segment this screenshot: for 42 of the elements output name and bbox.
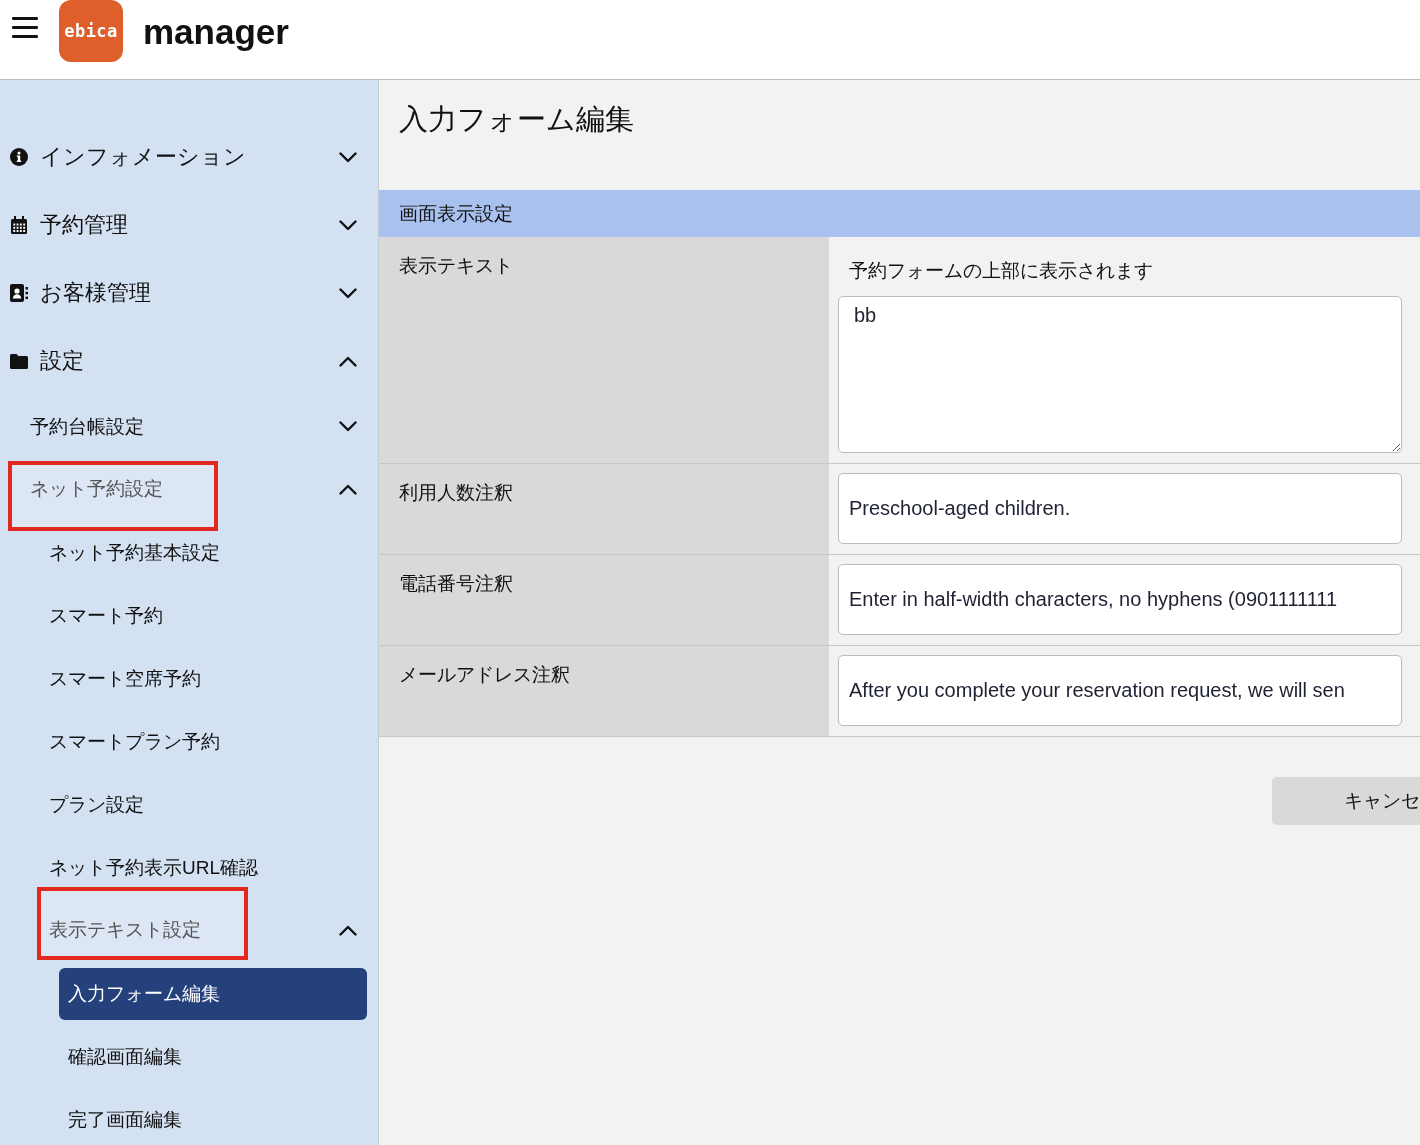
- chevron-down-icon[interactable]: [339, 151, 357, 163]
- chevron-down-icon[interactable]: [339, 287, 357, 299]
- chevron-down-icon[interactable]: [339, 421, 357, 432]
- field-label: 利用人数注釈: [379, 464, 829, 554]
- text-field[interactable]: After you complete your reservation request, we will sen: [838, 655, 1402, 726]
- sidebar-item[interactable]: 予約管理: [1, 211, 137, 239]
- field-label: 電話番号注釈: [379, 555, 829, 645]
- field-hint: 予約フォームの上部に表示されます: [849, 259, 1154, 283]
- sidebar-item[interactable]: 予約台帳設定: [21, 414, 153, 439]
- sidebar-item[interactable]: お客様管理: [1, 279, 160, 307]
- sidebar-item[interactable]: インフォメーション: [1, 143, 255, 171]
- folder-icon: [10, 353, 28, 369]
- sidebar-item[interactable]: プラン設定: [40, 792, 153, 817]
- page-title: 入力フォーム編集: [398, 102, 635, 137]
- sidebar-item[interactable]: ネット予約基本設定: [40, 540, 229, 565]
- sidebar-item[interactable]: 設定: [1, 347, 93, 375]
- sidebar-item[interactable]: 完了画面編集: [59, 1107, 191, 1132]
- sidebar-item[interactable]: スマート予約: [40, 603, 172, 628]
- section-header: 画面表示設定: [379, 190, 1420, 237]
- text-field[interactable]: Preschool-aged children.: [838, 473, 1402, 544]
- logo: ebica: [59, 0, 123, 62]
- contact-card-icon: [10, 284, 28, 302]
- sidebar-item[interactable]: スマート空席予約: [40, 666, 210, 691]
- chevron-down-icon[interactable]: [339, 219, 357, 231]
- cancel-button[interactable]: キャンセ: [1272, 777, 1420, 825]
- menu-icon[interactable]: [12, 17, 38, 38]
- chevron-up-icon[interactable]: [339, 484, 357, 495]
- chevron-up-icon[interactable]: [339, 355, 357, 367]
- sidebar-item[interactable]: 確認画面編集: [59, 1044, 191, 1069]
- text-area-field[interactable]: bb: [838, 296, 1402, 453]
- field-label: 表示テキスト: [379, 237, 829, 463]
- text-field[interactable]: Enter in half-width characters, no hyphens (0901111111: [838, 564, 1402, 635]
- field-label: メールアドレス注釈: [379, 646, 829, 736]
- info-icon: [10, 148, 28, 166]
- sidebar-item[interactable]: ネット予約設定: [8, 461, 218, 531]
- app-name: manager: [143, 12, 289, 52]
- sidebar-item[interactable]: 表示テキスト設定: [37, 887, 248, 960]
- sidebar-item[interactable]: ネット予約表示URL確認: [40, 855, 267, 880]
- calendar-icon: [10, 216, 28, 234]
- chevron-up-icon[interactable]: [339, 925, 357, 936]
- sidebar-item[interactable]: 入力フォーム編集: [59, 967, 367, 1020]
- sidebar-item[interactable]: スマートプラン予約: [40, 729, 229, 754]
